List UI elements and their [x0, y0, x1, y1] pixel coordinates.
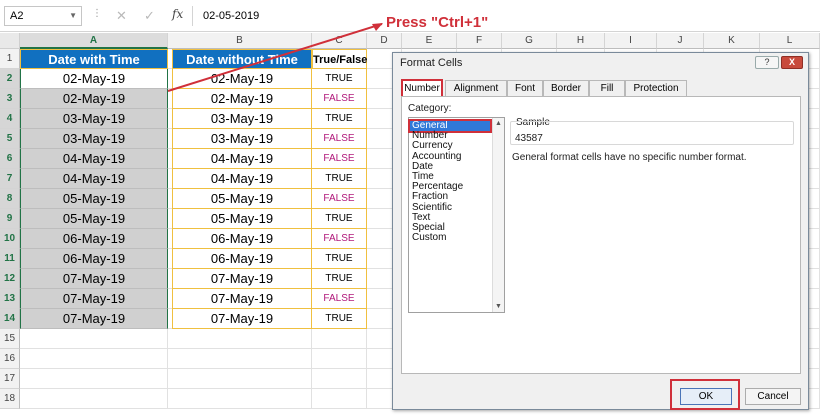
tab-fill[interactable]: Fill: [589, 80, 625, 97]
format-description: General format cells have no specific nu…: [512, 152, 747, 163]
tab-alignment[interactable]: Alignment: [445, 80, 507, 97]
cancel-button[interactable]: Cancel: [745, 388, 801, 405]
sample-box: 43587: [510, 121, 794, 145]
dialog-titlebar[interactable]: Format Cells ? X: [393, 53, 808, 72]
format-cells-dialog: Format Cells ? X Number Alignment Font B…: [392, 52, 809, 410]
help-button[interactable]: ?: [755, 56, 779, 69]
sample-value: 43587: [515, 133, 543, 144]
scroll-up-icon[interactable]: ▲: [495, 120, 502, 127]
category-list[interactable]: ▲ ▼ General Number Currency Accounting Date T…: [408, 117, 505, 313]
tab-protection[interactable]: Protection: [625, 80, 687, 97]
ok-button[interactable]: OK: [680, 388, 732, 405]
close-button[interactable]: X: [781, 56, 803, 69]
scroll-down-icon[interactable]: ▼: [495, 303, 502, 310]
tab-font[interactable]: Font: [507, 80, 543, 97]
category-scrollbar[interactable]: ▲ ▼: [492, 118, 504, 312]
dialog-title: Format Cells: [400, 57, 463, 69]
category-item-currency[interactable]: Currency: [412, 141, 453, 151]
number-tab-panel: Category: ▲ ▼ General Number Currency Accou…: [401, 96, 801, 374]
category-item-fraction[interactable]: Fraction: [412, 192, 448, 202]
tab-border[interactable]: Border: [543, 80, 589, 97]
category-label: Category:: [408, 103, 452, 114]
category-item-custom[interactable]: Custom: [412, 233, 446, 243]
annotation-text: Press "Ctrl+1": [386, 14, 489, 31]
